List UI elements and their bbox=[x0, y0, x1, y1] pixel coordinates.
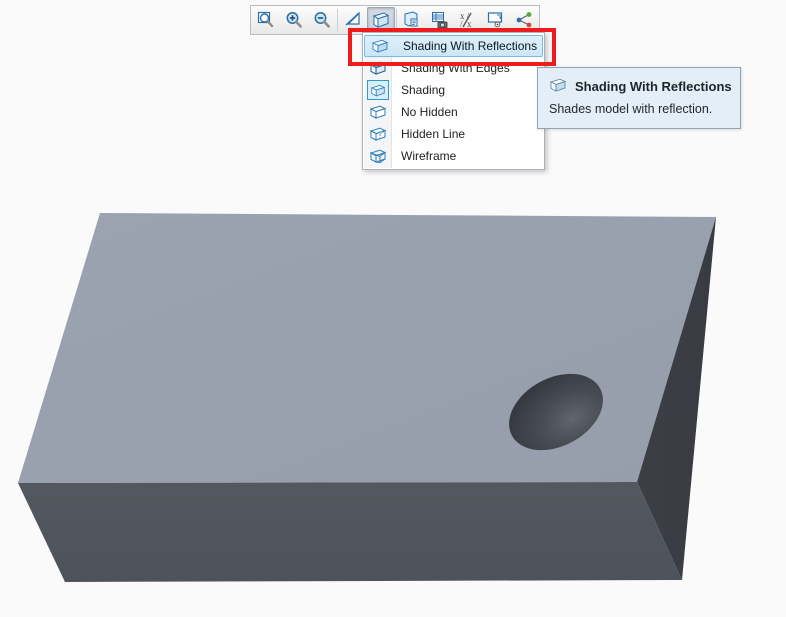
toolbar-button-display-style[interactable] bbox=[367, 7, 395, 33]
tooltip-header: Shading With Reflections bbox=[549, 77, 732, 96]
measure-xy-icon: x / / x bbox=[460, 11, 472, 29]
menu-item-wireframe[interactable]: Wireframe bbox=[363, 145, 544, 167]
zoom-in-icon bbox=[286, 12, 302, 28]
toolbar-button-zoom-window[interactable] bbox=[252, 7, 280, 33]
menu-item-label: Hidden Line bbox=[401, 127, 466, 141]
explode-node-icon bbox=[516, 12, 532, 28]
pan-arrow-icon bbox=[345, 11, 360, 26]
display-style-menu[interactable]: Shading With Reflections Shading With Ed… bbox=[362, 32, 545, 170]
toolbar-button-capture-image[interactable] bbox=[426, 7, 454, 33]
toolbar-separator-1 bbox=[337, 9, 338, 31]
menu-item-label: Shading bbox=[401, 83, 446, 97]
camera-capture-icon bbox=[432, 12, 448, 29]
model-front-face bbox=[18, 482, 682, 582]
menu-item-shading-with-edges[interactable]: Shading With Edges bbox=[363, 57, 544, 79]
shaded-cube-icon bbox=[372, 12, 390, 28]
model-top-face bbox=[18, 213, 716, 483]
cube-hidden-line-icon bbox=[365, 124, 391, 144]
cube-wireframe-icon bbox=[365, 146, 391, 166]
toolbar-button-appearance[interactable] bbox=[398, 7, 426, 33]
toolbar-button-explode[interactable] bbox=[510, 7, 538, 33]
toolbar-button-pan[interactable] bbox=[339, 7, 367, 33]
zoom-window-icon bbox=[257, 11, 274, 28]
toolbar-button-zoom-out[interactable] bbox=[308, 7, 336, 33]
menu-item-label: Shading With Reflections bbox=[403, 39, 538, 53]
menu-item-hidden-line[interactable]: Hidden Line bbox=[363, 123, 544, 145]
menu-item-shading[interactable]: Shading bbox=[363, 79, 544, 101]
svg-text:x: x bbox=[467, 19, 472, 29]
toolbar-button-measure[interactable]: x / / x bbox=[454, 7, 482, 33]
menu-item-label: Shading With Edges bbox=[401, 61, 510, 75]
annotation-view-icon bbox=[487, 12, 503, 28]
cube-reflective-icon bbox=[367, 36, 393, 56]
cube-no-hidden-icon bbox=[365, 102, 391, 122]
zoom-out-icon bbox=[314, 12, 330, 28]
toolbar-button-zoom-in[interactable] bbox=[280, 7, 308, 33]
tooltip-title: Shading With Reflections bbox=[575, 79, 732, 94]
display-style-tooltip: Shading With Reflections Shades model wi… bbox=[537, 67, 741, 129]
tooltip-description: Shades model with reflection. bbox=[549, 102, 713, 116]
cube-shaded-edges-icon bbox=[365, 58, 391, 78]
menu-item-shading-with-reflections[interactable]: Shading With Reflections bbox=[364, 35, 543, 57]
menu-item-label: Wireframe bbox=[401, 149, 457, 163]
cube-reflective-icon bbox=[549, 77, 567, 96]
view-toolbar[interactable]: x / / x bbox=[250, 5, 540, 35]
cube-shaded-icon bbox=[367, 80, 389, 100]
toolbar-button-annotation-view[interactable] bbox=[482, 7, 510, 33]
menu-item-label: No Hidden bbox=[401, 105, 458, 119]
toolbar-separator-2 bbox=[396, 9, 397, 31]
appearance-page-icon bbox=[404, 11, 418, 27]
menu-item-no-hidden[interactable]: No Hidden bbox=[363, 101, 544, 123]
